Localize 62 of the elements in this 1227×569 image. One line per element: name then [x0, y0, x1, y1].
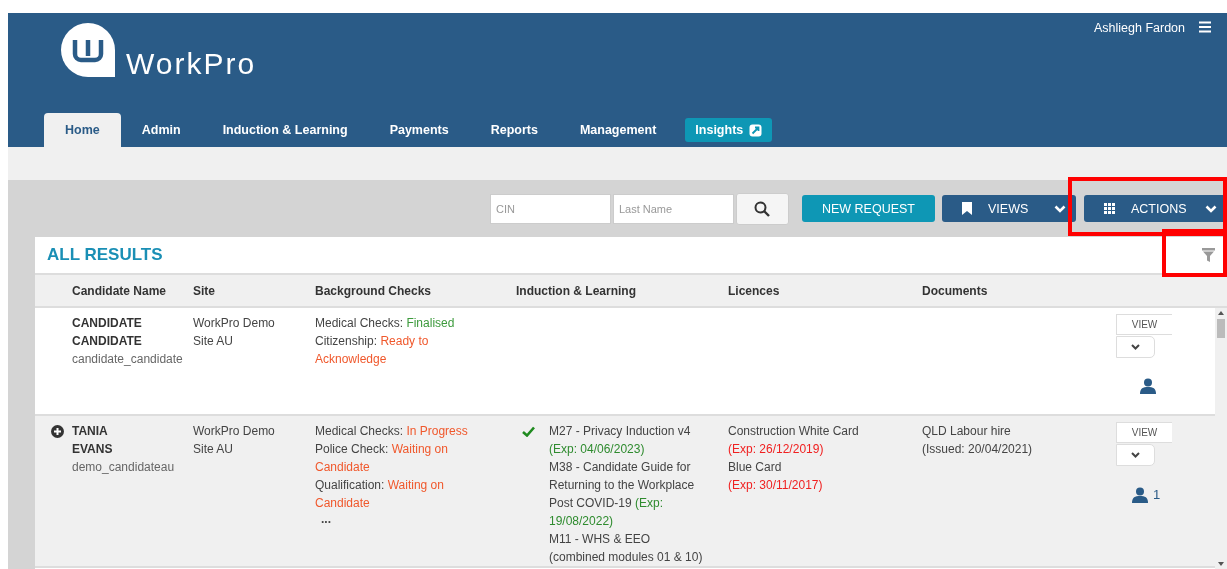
candidate-name[interactable]: TANIA	[72, 422, 187, 440]
search-icon	[754, 200, 771, 217]
chevron-down-icon	[1205, 204, 1217, 213]
document-name: QLD Labour hire	[922, 423, 1012, 440]
candidate-name[interactable]: EVANS	[72, 440, 187, 458]
dropdown-button[interactable]	[1116, 336, 1155, 358]
check-status: Qualification: Waiting on Candidate	[315, 477, 445, 512]
column-header: Induction & Learning	[516, 283, 637, 298]
user-name[interactable]: Ashliegh Fardon	[1093, 21, 1185, 35]
check-status: Police Check: Waiting on Candidate	[315, 441, 449, 476]
column-header: Background Checks	[315, 283, 433, 298]
logo-icon	[60, 22, 116, 78]
candidate-name[interactable]: CANDIDATE	[72, 314, 187, 332]
person-icon[interactable]	[1140, 378, 1156, 394]
induction-item: M27 - Privacy Induction v4 (Exp: 04/06/2023)	[549, 423, 692, 458]
nav-tab[interactable]: Payments	[368, 113, 470, 147]
column-header: Site	[193, 283, 216, 298]
nav-tab[interactable]: Reports	[469, 113, 559, 147]
chevron-down-icon	[1131, 344, 1140, 350]
check-status: Medical Checks: Finalised	[315, 315, 456, 332]
column-header: Licences	[728, 283, 781, 298]
bookmark-icon	[962, 202, 972, 215]
scrollbar[interactable]	[1215, 308, 1227, 569]
site-text: WorkPro Demo Site AU	[193, 423, 276, 458]
candidate-username: candidate_candidate	[72, 351, 184, 368]
document-issued: (Issued: 20/04/2021)	[922, 441, 1034, 458]
chevron-down-icon	[1131, 452, 1140, 458]
view-button[interactable]: VIEW	[1116, 422, 1172, 443]
cin-field[interactable]: CIN	[489, 193, 611, 224]
filter-icon[interactable]	[1202, 248, 1215, 262]
check-status: Medical Checks: In Progress	[315, 423, 469, 440]
search-button[interactable]	[735, 192, 789, 225]
chevron-down-icon	[1054, 204, 1066, 213]
grid-icon	[1104, 203, 1115, 214]
candidate-username: demo_candidateau	[72, 459, 176, 476]
last-name-field[interactable]: Last Name	[612, 193, 734, 224]
logo-text: WorkPro	[126, 49, 257, 79]
results-title: ALL RESULTS	[47, 245, 163, 265]
nav-tab[interactable]: Home	[44, 113, 121, 147]
column-header: Documents	[922, 283, 989, 298]
nav-tab[interactable]: Induction & Learning	[201, 113, 369, 147]
induction-item: M38 - Candidate Guide for Returning to the Workplace Post COVID-19 (Exp: 19/08/2022)	[549, 459, 696, 530]
nav-tab[interactable]: Admin	[120, 113, 202, 147]
column-header: Candidate Name	[72, 283, 168, 298]
candidate-name[interactable]: CANDIDATE	[72, 332, 187, 350]
induction-item: M11 - WHS & EEO (combined modules 01 & 10)	[549, 531, 704, 566]
licence-name: Blue Card	[728, 459, 783, 476]
more-text[interactable]: ...	[315, 512, 478, 526]
licence-expiry: (Exp: 26/12/2019)	[728, 441, 825, 458]
expand-icon[interactable]	[51, 425, 64, 438]
menu-icon[interactable]	[1199, 21, 1211, 33]
nav-tab[interactable]: Management	[558, 113, 678, 147]
person-count: 1	[1153, 486, 1161, 504]
site-text: WorkPro Demo Site AU	[193, 315, 276, 350]
views-button[interactable]: VIEWS	[942, 195, 1076, 222]
external-link-icon	[749, 123, 763, 137]
licence-name: Construction White Card	[728, 423, 860, 440]
licence-expiry: (Exp: 30/11/2017)	[728, 477, 824, 494]
dropdown-button[interactable]	[1116, 444, 1155, 466]
view-button[interactable]: VIEW	[1116, 314, 1172, 335]
person-icon[interactable]	[1132, 487, 1148, 503]
check-status: Citizenship: Ready to Acknowledge	[315, 333, 430, 368]
